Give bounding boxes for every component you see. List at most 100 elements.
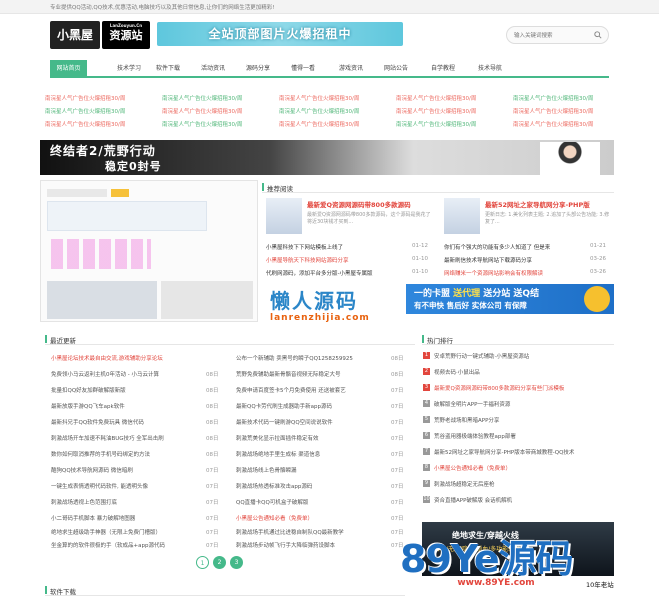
list-item-date: 01-21	[590, 243, 606, 249]
list-item[interactable]: 最新放版手游QQ飞车apk软件	[51, 402, 125, 410]
list-item[interactable]: 公布一个新辅助 卖黑号的瞬子QQ1258259925	[236, 354, 353, 362]
ad-text-item[interactable]: 南浣星人气广告位火爆招租30/周	[279, 120, 359, 128]
section-marker	[422, 335, 424, 343]
rank-badge: 10	[423, 496, 430, 503]
ad-text-item[interactable]: 南浣星人气广告位火爆招租30/周	[279, 107, 359, 115]
list-item[interactable]: 小二哥码手机脚本 暴力破解地图器	[51, 514, 135, 522]
ad-text-item[interactable]: 南浣星人气广告位火爆招租30/周	[396, 94, 476, 102]
list-item-date: 07日	[206, 468, 219, 474]
rank-badge: 8	[423, 464, 430, 471]
recommend-right-headline[interactable]: 最新52网址之家导航网分享-PHP版	[485, 199, 590, 209]
list-item-date: 08日	[206, 388, 219, 394]
list-item-date: 08日	[206, 420, 219, 426]
search-input[interactable]	[514, 30, 589, 41]
latest-title-text: 最近更新	[50, 337, 76, 345]
list-item[interactable]: QQ直播卡QQ可机盒子破解版	[236, 498, 308, 506]
nav-source[interactable]: 源码分享	[240, 60, 276, 78]
qq-promo-banner[interactable]: 一的卡盟 送代理 送分站 送Q结 有不申快 售后好 实体公司 有保障	[406, 284, 614, 314]
watermark-logo: 89Ye源码	[400, 537, 574, 581]
list-item[interactable]: 小黑屋公告通知必看（免费单）	[236, 514, 313, 522]
ad-text-item[interactable]: 南浣星人气广告位火爆招租30/周	[162, 107, 242, 115]
rank-badge: 9	[423, 480, 430, 487]
list-item[interactable]: 5 荒野老战场和黑暗APP分享	[422, 414, 614, 425]
list-item[interactable]: 小黑屋科技下下网站模板上线了	[266, 243, 343, 251]
game-hero-banner[interactable]: 终结者2/荒野行动 稳定0封号	[40, 140, 614, 175]
site-logo[interactable]: 小黑屋 LanZouyun.Cn 资源站	[50, 20, 152, 50]
list-item[interactable]: 批量扣QQ好友加群破解版新版	[51, 386, 126, 394]
list-item[interactable]: 最新抖兄手QQ软件免费玩具 微信代码	[51, 418, 144, 426]
list-item[interactable]: 荒野免费辅助最新骨骼音视频无际稳定大号	[236, 370, 341, 378]
list-item[interactable]: 最新QQ卡劳代刷生成器助手新app源码	[236, 402, 332, 410]
latest-list: 小黑屋论坛技术最自由交流,游戏辅助分享论坛 免费领小马云返利主机0年活动 - 小…	[45, 348, 415, 549]
ad-text-item[interactable]: 南浣星人气广告位火爆招租30/周	[279, 94, 359, 102]
page-button[interactable]: 1	[196, 556, 209, 569]
list-item[interactable]: 刺激战场手机通过比进稳自制队QQ最新教学	[236, 528, 344, 536]
nav-software[interactable]: 软件下载	[150, 60, 186, 78]
list-item[interactable]: 刺激战场开车加速不耗油BUG技巧 全军出击刷	[51, 434, 164, 442]
ad-text-item[interactable]: 南浣星人气广告位火爆招租30/周	[45, 94, 125, 102]
recommend-right-thumbnail[interactable]	[444, 198, 480, 234]
nav-home[interactable]: 网站首页	[50, 60, 87, 78]
list-item[interactable]: 刺激战场步动帧飞行手大降临弹药设脚本	[236, 541, 335, 549]
search-box[interactable]	[506, 26, 609, 44]
nav-tech[interactable]: 技术学习	[112, 60, 146, 78]
rank-badge: 4	[423, 400, 430, 407]
list-item[interactable]: 2 视频去码·小鼠出品	[422, 366, 614, 377]
list-item[interactable]: 7 最新52网址之家导航网分享-PHP版本带商城教程-QQ技术	[422, 446, 614, 457]
list-item[interactable]: 10 资合直播APP破解版 会话机解机	[422, 494, 614, 505]
ad-text-item[interactable]: 南浣星人气广告位火爆招租30/周	[396, 120, 476, 128]
list-item[interactable]: 网络赚米一个资源网站影响会有权限解读	[444, 269, 543, 277]
list-item[interactable]: 一键生成表情透明代码软件, 能透明头像	[51, 482, 148, 490]
featured-slideshow[interactable]	[40, 180, 258, 322]
list-item[interactable]: 免费领小马云返利主机0年活动 - 小马云计算	[51, 370, 159, 378]
list-item[interactable]: 9 刺激战场超稳定无后座枪	[422, 478, 614, 489]
list-item[interactable]: 你们有个强大的功能有多少人知道了 但是来	[444, 243, 550, 251]
list-item-date: 07日	[206, 530, 219, 536]
list-item-title: 荒野老战场和黑暗APP分享	[434, 418, 500, 424]
list-item[interactable]: 4 破解版全明片APP一手福利资源	[422, 398, 614, 409]
list-item[interactable]: 最新刷信技术导航网站下载源码分享	[444, 256, 532, 264]
ad-text-item[interactable]: 南浣星人气广告位火爆招租30/周	[396, 107, 476, 115]
nav-understand[interactable]: 懂得一看	[285, 60, 321, 78]
rank-badge: 2	[423, 368, 430, 375]
list-item[interactable]: 小黑屋论坛技术最自由交流,游戏辅助分享论坛	[51, 354, 163, 362]
list-item[interactable]: 绝地求生超级助手神器（无限上免费门槽版）	[51, 528, 161, 536]
list-item-date: 07日	[206, 484, 219, 490]
ad-text-item[interactable]: 南浣星人气广告位火爆招租30/周	[45, 107, 125, 115]
list-item[interactable]: 刺激战场透视上色范围打底	[51, 498, 117, 506]
list-item[interactable]: 代刷网源码，添加平台多分版-小黑屋专属版	[266, 269, 373, 277]
list-item-date: 08日	[206, 436, 219, 442]
top-ad-banner[interactable]: 全站顶部图片火爆招租中	[157, 22, 403, 46]
list-item[interactable]: 8 小黑屋公告通知必看（免费单）	[422, 462, 614, 473]
recommend-left-thumbnail[interactable]	[266, 198, 302, 234]
list-item[interactable]: 坐金算的的软件很极的手（软成品+app源代码	[51, 541, 165, 549]
ad-text-item[interactable]: 南浣星人气广告位火爆招租30/周	[513, 120, 593, 128]
list-item[interactable]: 免费申请百度签卡5个月免费使用 还送被套艺	[236, 386, 346, 394]
search-icon[interactable]	[594, 31, 602, 39]
nav-game[interactable]: 游戏资讯	[333, 60, 369, 78]
nav-notice[interactable]: 网站公告	[378, 60, 414, 78]
ad-text-item[interactable]: 南浣星人气广告位火爆招租30/周	[162, 120, 242, 128]
recommend-left-headline[interactable]: 最新爱Q资源网源码带800多款源码	[307, 199, 411, 209]
list-item[interactable]: 刺激荒美化显示拉面插件稳定有效	[236, 434, 319, 442]
ad-text-item[interactable]: 南浣星人气广告位火爆招租30/周	[513, 94, 593, 102]
list-item[interactable]: 数你如何取消推荐的手机号码绑定的方法	[51, 450, 150, 458]
nav-tech-nav[interactable]: 技术导航	[472, 60, 508, 78]
list-item[interactable]: 3 最新爱Q资源网源码带800多款源码分享有些门派模板	[422, 382, 614, 393]
list-item[interactable]: 6 荒谷盗用器极端体验教程app部署	[422, 430, 614, 441]
list-item[interactable]: 最新技术代码一键刷游QQ空间说说软件	[236, 418, 333, 426]
list-item[interactable]: 1 安卓荒野行动一键式辅助·小黑屋资源站	[422, 350, 614, 361]
ad-text-item[interactable]: 南浣星人气广告位火爆招租30/周	[513, 107, 593, 115]
ad-text-item[interactable]: 南浣星人气广告位火爆招租30/周	[45, 120, 125, 128]
page-button[interactable]: 2	[213, 556, 226, 569]
list-item[interactable]: 刺激战场热透标准攻击app源码	[236, 482, 312, 490]
nav-activity[interactable]: 活动资讯	[195, 60, 231, 78]
page-button[interactable]: 3	[230, 556, 243, 569]
list-item[interactable]: 酷狗QQ技术导航网源码 微信暗刷	[51, 466, 133, 474]
list-item[interactable]: 刺激战场绝地手里生成标 渠道信息	[236, 450, 320, 458]
nav-tutorial[interactable]: 自学教程	[425, 60, 461, 78]
list-item[interactable]: 小黑屋导航天下科技网站源码分享	[266, 256, 349, 264]
list-item[interactable]: 刺激战场线上色骨骼瞬漏	[236, 466, 297, 474]
hot-list: 1 安卓荒野行动一键式辅助·小黑屋资源站 2 视频去码·小鼠出品 3 最新爱Q资源网源…	[422, 348, 614, 536]
ad-text-item[interactable]: 南浣星人气广告位火爆招租30/周	[162, 94, 242, 102]
